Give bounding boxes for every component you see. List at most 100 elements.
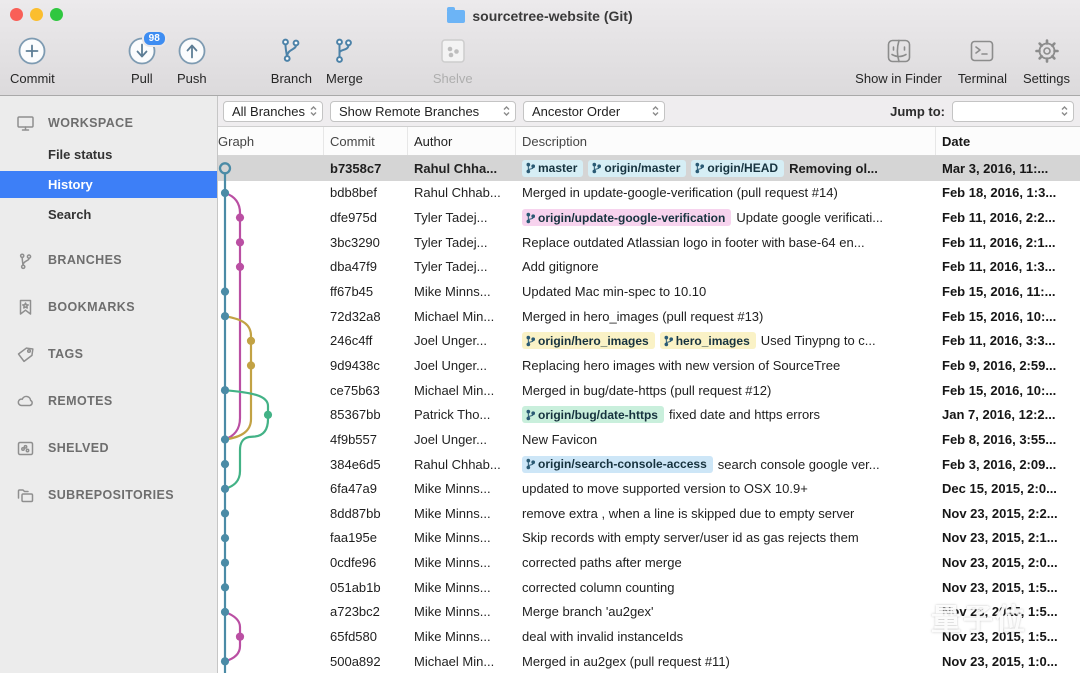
- bookmark-icon: [14, 298, 36, 317]
- branch-label: master: [522, 160, 583, 177]
- table-row[interactable]: bdb8befRahul Chhab...Merged in update-go…: [218, 181, 1080, 206]
- column-header-date[interactable]: Date: [936, 127, 1080, 155]
- sidebar-section-tags[interactable]: TAGS: [0, 339, 217, 369]
- jump-to-select[interactable]: [952, 101, 1074, 122]
- commit-date: Nov 23, 2015, 2:1...: [936, 530, 1080, 545]
- zoom-window-button[interactable]: [50, 8, 63, 21]
- table-row[interactable]: 246c4ffJoel Unger...origin/hero_imageshe…: [218, 328, 1080, 353]
- branch-label: origin/hero_images: [522, 332, 655, 349]
- sidebar-section-shelved[interactable]: SHELVED: [0, 433, 217, 463]
- chevron-updown-icon: [309, 105, 318, 117]
- window-chrome: sourcetree-website (Git) Commit 98 Pull …: [0, 0, 1080, 96]
- commit-author: Michael Min...: [408, 309, 516, 324]
- commit-hash: dfe975d: [324, 210, 408, 225]
- commit-description: masterorigin/masterorigin/HEADRemoving o…: [516, 160, 936, 177]
- pull-count-badge: 98: [142, 30, 167, 47]
- table-row[interactable]: 500a892Michael Min...Merged in au2gex (p…: [218, 649, 1080, 673]
- branch-label: origin/update-google-verification: [522, 209, 731, 226]
- commit-hash: 051ab1b: [324, 580, 408, 595]
- branch-icon: [276, 34, 306, 68]
- graph-cell: [218, 476, 324, 501]
- push-icon: [177, 34, 207, 68]
- commit-author: Mike Minns...: [408, 284, 516, 299]
- commit-description: Skip records with empty server/user id a…: [516, 530, 936, 545]
- sidebar-item-history[interactable]: History: [0, 171, 217, 198]
- tag-icon: [14, 345, 36, 364]
- toolbar: Commit 98 Pull Push Branch: [0, 28, 1080, 95]
- branch-button[interactable]: Branch: [271, 34, 312, 86]
- commit-date: Feb 3, 2016, 2:09...: [936, 457, 1080, 472]
- shelve-icon: [439, 34, 467, 68]
- table-row[interactable]: ff67b45Mike Minns...Updated Mac min-spec…: [218, 279, 1080, 304]
- chevron-updown-icon: [1060, 105, 1069, 117]
- terminal-button[interactable]: Terminal: [958, 34, 1007, 86]
- settings-button[interactable]: Settings: [1023, 34, 1070, 86]
- close-window-button[interactable]: [10, 8, 23, 21]
- table-row[interactable]: 0cdfe96Mike Minns...corrected paths afte…: [218, 550, 1080, 575]
- commit-author: Mike Minns...: [408, 629, 516, 644]
- graph-cell: [218, 550, 324, 575]
- sidebar-item-search[interactable]: Search: [0, 201, 217, 228]
- commit-author: Tyler Tadej...: [408, 235, 516, 250]
- column-header-commit[interactable]: Commit: [324, 127, 408, 155]
- shelve-button[interactable]: Shelve: [433, 34, 473, 86]
- commit-author: Rahul Chhab...: [408, 457, 516, 472]
- commit-button[interactable]: Commit: [10, 34, 55, 86]
- sidebar-section-workspace[interactable]: WORKSPACE: [0, 108, 217, 138]
- commit-date: Feb 8, 2016, 3:55...: [936, 432, 1080, 447]
- graph-cell: [218, 624, 324, 649]
- commit-description: Merge branch 'au2gex': [516, 604, 936, 619]
- pull-icon: 98: [127, 34, 157, 68]
- commit-date: Dec 15, 2015, 2:0...: [936, 481, 1080, 496]
- table-row[interactable]: 384e6d5Rahul Chhab...origin/search-conso…: [218, 452, 1080, 477]
- sidebar-item-file-status[interactable]: File status: [0, 141, 217, 168]
- table-row[interactable]: 6fa47a9Mike Minns...updated to move supp…: [218, 476, 1080, 501]
- graph-cell: [218, 230, 324, 255]
- commit-author: Mike Minns...: [408, 481, 516, 496]
- table-row[interactable]: 72d32a8Michael Min...Merged in hero_imag…: [218, 304, 1080, 329]
- table-row[interactable]: dfe975dTyler Tadej...origin/update-googl…: [218, 205, 1080, 230]
- commit-hash: 500a892: [324, 654, 408, 669]
- table-row[interactable]: b7358c7Rahul Chha...masterorigin/mastero…: [218, 156, 1080, 181]
- commit-author: Joel Unger...: [408, 358, 516, 373]
- branch-filter-select[interactable]: All Branches: [223, 101, 323, 122]
- table-row[interactable]: 9d9438cJoel Unger...Replacing hero image…: [218, 353, 1080, 378]
- graph-cell: [218, 328, 324, 353]
- table-row[interactable]: faa195eMike Minns...Skip records with em…: [218, 526, 1080, 551]
- table-row[interactable]: 4f9b557Joel Unger...New FaviconFeb 8, 20…: [218, 427, 1080, 452]
- sidebar-section-remotes[interactable]: REMOTES: [0, 386, 217, 416]
- commit-date: Feb 15, 2016, 10:...: [936, 309, 1080, 324]
- graph-cell: [218, 255, 324, 280]
- commit-author: Rahul Chhab...: [408, 185, 516, 200]
- commit-description: New Favicon: [516, 432, 936, 447]
- table-row[interactable]: 85367bbPatrick Tho...origin/bug/date-htt…: [218, 402, 1080, 427]
- branch-label: origin/master: [588, 160, 686, 177]
- column-header-description[interactable]: Description: [516, 127, 936, 155]
- sort-order-select[interactable]: Ancestor Order: [523, 101, 665, 122]
- push-button[interactable]: Push: [177, 34, 207, 86]
- commit-hash: 65fd580: [324, 629, 408, 644]
- merge-button[interactable]: Merge: [326, 34, 363, 86]
- commit-icon: [17, 34, 47, 68]
- sidebar-section-branches[interactable]: BRANCHES: [0, 245, 217, 275]
- commit-description: origin/update-google-verificationUpdate …: [516, 209, 936, 226]
- pull-button[interactable]: 98 Pull: [127, 34, 157, 86]
- shelved-icon: [14, 439, 36, 458]
- chevron-updown-icon: [651, 105, 660, 117]
- branch-label: hero_images: [660, 332, 756, 349]
- graph-cell: [218, 353, 324, 378]
- sidebar-section-subrepositories[interactable]: SUBREPOSITORIES: [0, 480, 217, 510]
- table-row[interactable]: 3bc3290Tyler Tadej...Replace outdated At…: [218, 230, 1080, 255]
- table-row[interactable]: dba47f9Tyler Tadej...Add gitignoreFeb 11…: [218, 255, 1080, 280]
- minimize-window-button[interactable]: [30, 8, 43, 21]
- commit-hash: 8dd87bb: [324, 506, 408, 521]
- table-row[interactable]: ce75b63Michael Min...Merged in bug/date-…: [218, 378, 1080, 403]
- column-header-graph[interactable]: Graph: [218, 127, 324, 155]
- remote-branches-select[interactable]: Show Remote Branches: [330, 101, 516, 122]
- commit-date: Feb 11, 2016, 2:2...: [936, 210, 1080, 225]
- column-header-author[interactable]: Author: [408, 127, 516, 155]
- table-row[interactable]: 8dd87bbMike Minns...remove extra , when …: [218, 501, 1080, 526]
- sidebar-section-bookmarks[interactable]: BOOKMARKS: [0, 292, 217, 322]
- show-in-finder-button[interactable]: Show in Finder: [855, 34, 942, 86]
- commit-description: origin/hero_imageshero_imagesUsed Tinypn…: [516, 332, 936, 349]
